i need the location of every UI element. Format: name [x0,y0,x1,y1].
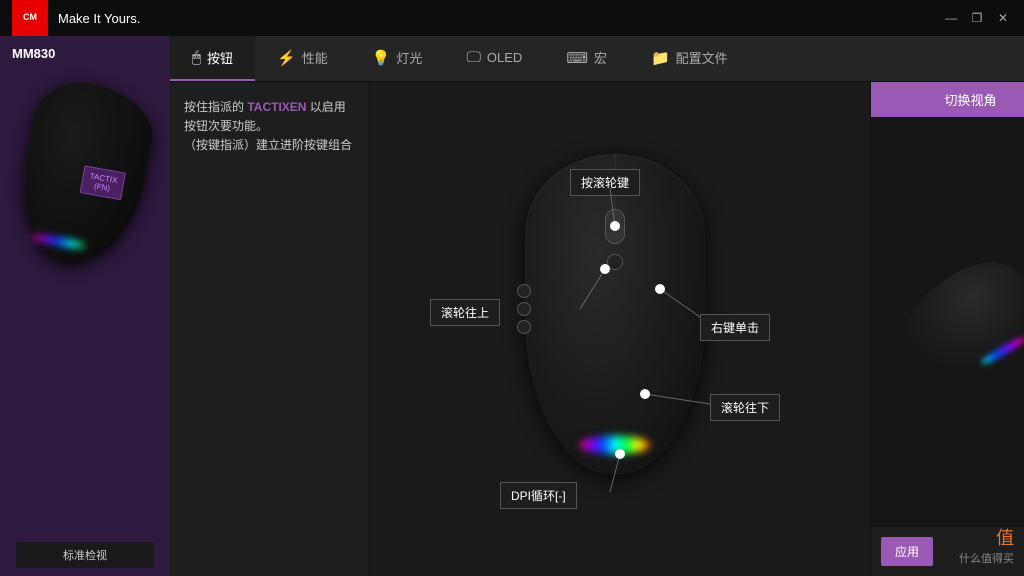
sidebar: MM830 TACTIX(FN) 标准检视 [0,36,170,576]
sidebar-bottom: 标准检视 [0,534,170,576]
product-image-container: TACTIX(FN) [5,74,165,274]
tab-macro[interactable]: ⌨ 宏 [544,36,629,81]
config-tab-icon: 📁 [651,49,670,67]
lighting-tab-label: 灯光 [396,48,422,67]
watermark-text: 什么值得买 [959,550,1014,566]
product-name: MM830 [0,46,55,61]
performance-tab-label: 性能 [302,48,328,67]
content-area: 🖱 按钮 ⚡ 性能 💡 灯光 🖵 OLED ⌨ 宏 📁 配置文件 [170,36,1024,576]
right-panel: 切换视角 应用 [870,82,1024,576]
body-content: 按住指派的 TACTIXEN 以启用按钮次要功能。 （按键指派）建立进阶按键组合 [170,82,1024,576]
titlebar-left: CM Make It Yours. [12,0,140,36]
dpi-button [607,254,623,270]
tab-performance[interactable]: ⚡ 性能 [255,36,350,81]
scroll-down-text: 滚轮往下 [721,401,769,415]
tab-oled[interactable]: 🖵 OLED [444,36,544,81]
side-btn-1 [517,284,531,298]
close-button[interactable]: ✕ [994,9,1012,27]
side-btn-3 [517,320,531,334]
window-controls[interactable]: — ❐ ✕ [942,9,1012,27]
cooler-master-logo: CM [12,0,48,36]
lighting-tab-icon: 💡 [372,49,391,67]
mouse-shape [525,154,705,474]
right-mouse-preview [871,117,1024,526]
tab-lighting[interactable]: 💡 灯光 [350,36,445,81]
watermark-icon: 值 [996,524,1014,550]
right-panel-header: 切换视角 [871,82,1024,117]
mouse-body-wrapper [525,154,705,474]
oled-tab-label: OLED [487,50,522,65]
macro-tab-icon: ⌨ [566,49,588,67]
performance-tab-icon: ⚡ [277,49,296,67]
right-click-text: 右键单击 [711,321,759,335]
label-right-click[interactable]: 右键单击 [700,314,770,341]
config-tab-label: 配置文件 [676,48,728,67]
minimize-button[interactable]: — [942,9,960,27]
mouse-diagram: 按滚轮键 [370,82,870,576]
view-toggle-button[interactable]: 标准检视 [16,542,155,568]
restore-button[interactable]: ❐ [968,9,986,27]
buttons-tab-icon: 🖱 [192,49,201,66]
apply-button[interactable]: 应用 [881,537,933,566]
info-panel: 按住指派的 TACTIXEN 以启用按钮次要功能。 （按键指派）建立进阶按键组合 [170,82,370,576]
buttons-tab-label: 按钮 [207,48,233,67]
tab-config[interactable]: 📁 配置文件 [629,36,750,81]
oled-tab-icon: 🖵 [466,49,480,66]
macro-tab-label: 宏 [594,48,607,67]
side-buttons [517,284,531,334]
brand-name: Make It Yours. [58,11,140,26]
scroll-wheel-btn-text: 按滚轮键 [581,176,629,190]
dpi-cycle-text: DPI循环[-] [511,489,566,503]
label-scroll-up[interactable]: 滚轮往上 [430,299,500,326]
side-btn-2 [517,302,531,316]
tab-bar: 🖱 按钮 ⚡ 性能 💡 灯光 🖵 OLED ⌨ 宏 📁 配置文件 [170,36,1024,82]
titlebar: CM Make It Yours. — ❐ ✕ [0,0,1024,36]
main-container: MM830 TACTIX(FN) 标准检视 🖱 按钮 ⚡ 性能 💡 灯光 [0,36,1024,576]
tab-buttons[interactable]: 🖱 按钮 [170,36,255,81]
preview-mouse-shape [889,246,1024,398]
label-scroll-down[interactable]: 滚轮往下 [710,394,780,421]
label-dpi-cycle[interactable]: DPI循环[-] [500,482,577,509]
info-text: 按住指派的 TACTIXEN 以启用按钮次要功能。 （按键指派）建立进阶按键组合 [184,98,355,156]
tactixen-highlight: TACTIXEN [247,100,306,114]
tactix-label: TACTIX(FN) [80,165,126,200]
scroll-up-text: 滚轮往上 [441,306,489,320]
product-mouse-image: TACTIX(FN) [10,75,159,273]
watermark: 值 什么值得买 [959,524,1014,566]
label-scroll-wheel-btn[interactable]: 按滚轮键 [570,169,640,196]
scroll-wheel [605,209,625,244]
diagram-container: 按滚轮键 [370,114,870,544]
